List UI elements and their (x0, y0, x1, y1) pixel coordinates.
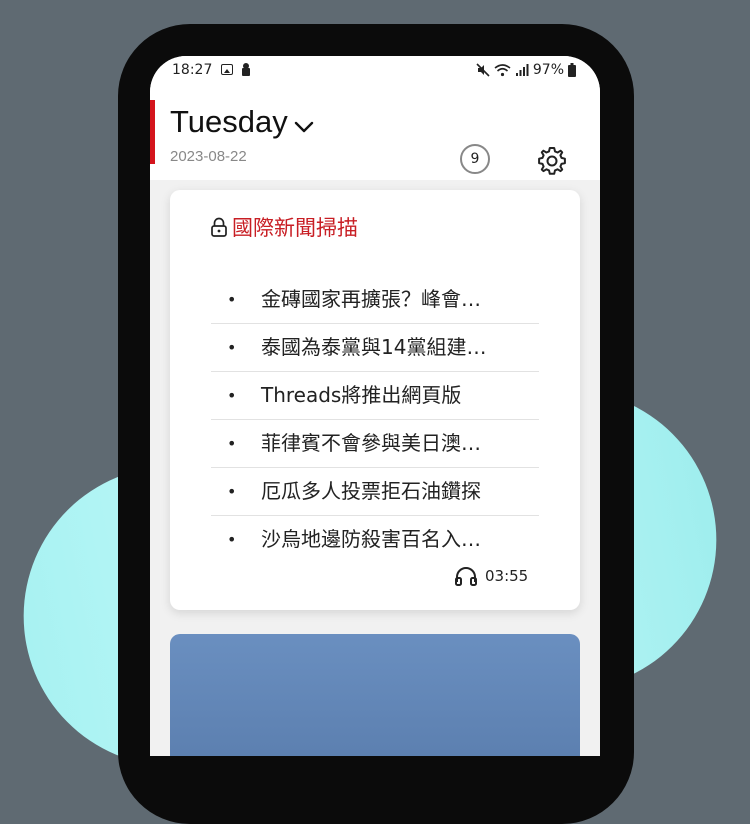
next-card[interactable] (170, 634, 580, 756)
news-item[interactable]: • 金磚國家再擴張？峰會… (211, 276, 539, 324)
card-title: 國際新聞掃描 (232, 216, 358, 240)
battery-icon (568, 63, 576, 77)
header-accent-bar (150, 100, 155, 164)
audio-duration: 03:55 (485, 567, 529, 585)
news-item[interactable]: • Threads將推出網頁版 (211, 372, 539, 420)
news-headline: 金磚國家再擴張？峰會… (261, 287, 481, 311)
audio-player[interactable]: 03:55 (455, 566, 528, 586)
status-bar: 18:27 97% (150, 56, 600, 84)
lock-icon (211, 217, 227, 237)
count-badge[interactable]: 9 (460, 144, 490, 174)
bullet: • (227, 338, 237, 357)
news-item[interactable]: • 沙烏地邊防殺害百名入… (211, 516, 539, 563)
news-headline: Threads將推出網頁版 (261, 383, 462, 407)
day-header: Tuesday 2023-08-22 9 (150, 84, 600, 180)
news-card[interactable]: 國際新聞掃描 • 金磚國家再擴張？峰會… • 泰國為泰黨與14黨組建… • Threa… (170, 190, 580, 610)
bullet: • (227, 530, 237, 549)
status-time: 18:27 (172, 62, 213, 78)
news-item[interactable]: • 菲律賓不會參與美日澳… (211, 420, 539, 468)
mute-icon (476, 63, 490, 77)
lock-icon (242, 63, 250, 76)
bullet: • (227, 290, 237, 309)
news-item[interactable]: • 泰國為泰黨與14黨組建… (211, 324, 539, 372)
news-list: • 金磚國家再擴張？峰會… • 泰國為泰黨與14黨組建… • Threads將推出網頁… (211, 276, 539, 563)
news-headline: 泰國為泰黨與14黨組建… (261, 335, 487, 359)
date-label: 2023-08-22 (170, 148, 247, 165)
bullet: • (227, 482, 237, 501)
signal-icon (515, 64, 529, 76)
wifi-icon (494, 64, 511, 77)
bullet: • (227, 386, 237, 405)
photo-icon (221, 64, 233, 75)
news-item[interactable]: • 厄瓜多人投票拒石油鑽探 (211, 468, 539, 516)
news-headline: 沙烏地邊防殺害百名入… (261, 527, 481, 551)
headphones-icon (455, 567, 477, 586)
news-headline: 厄瓜多人投票拒石油鑽探 (261, 479, 481, 503)
card-header: 國際新聞掃描 (210, 212, 358, 242)
day-selector[interactable]: Tuesday (170, 104, 288, 140)
bullet: • (227, 434, 237, 453)
status-indicators: 97% (476, 62, 576, 78)
phone-screen: 18:27 97% Tuesday 2023-08-22 9 國際新聞掃描 • … (150, 56, 600, 756)
chevron-down-icon[interactable] (293, 120, 315, 134)
news-headline: 菲律賓不會參與美日澳… (261, 431, 481, 455)
battery-level: 97% (532, 62, 564, 78)
gear-icon[interactable] (536, 145, 568, 177)
